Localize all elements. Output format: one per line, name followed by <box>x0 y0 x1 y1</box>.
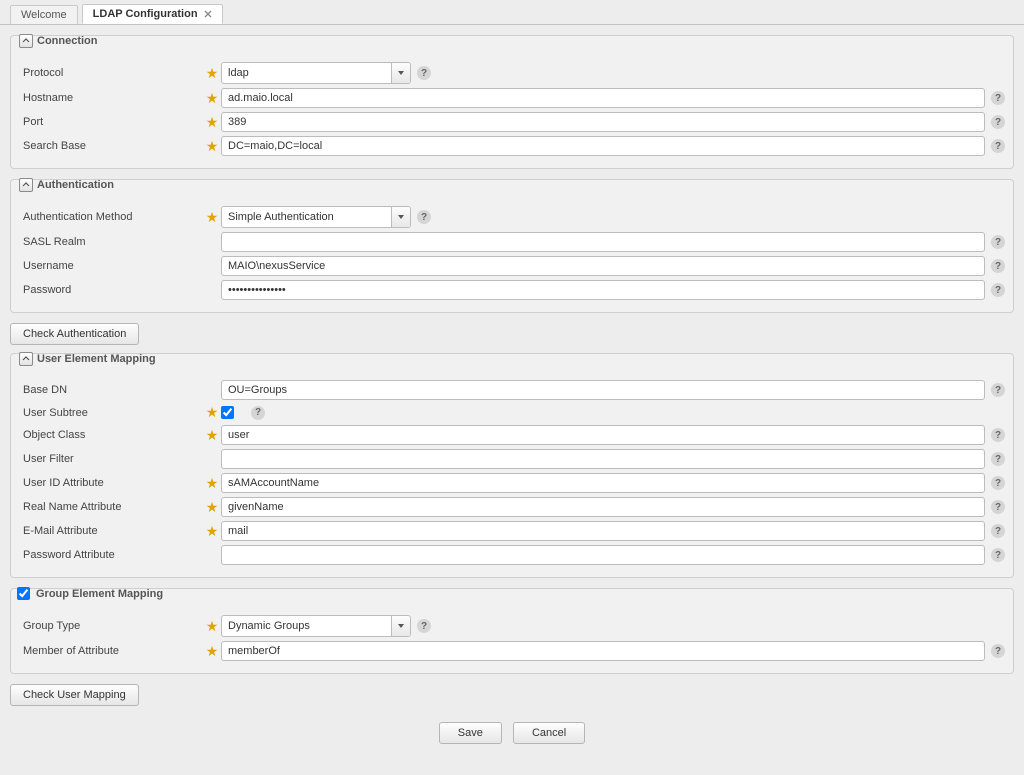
help-icon[interactable]: ? <box>417 619 431 633</box>
object-class-label: Object Class <box>19 429 203 441</box>
help-icon[interactable]: ? <box>991 139 1005 153</box>
user-mapping-legend: User Element Mapping <box>17 352 158 366</box>
required-icon: ★ <box>203 475 221 492</box>
auth-method-value[interactable] <box>221 206 411 228</box>
sasl-realm-label: SASL Realm <box>19 236 203 248</box>
required-icon: ★ <box>203 427 221 444</box>
basedn-input[interactable] <box>221 380 985 400</box>
help-icon[interactable]: ? <box>991 500 1005 514</box>
group-type-value[interactable] <box>221 615 411 637</box>
searchbase-input[interactable] <box>221 136 985 156</box>
group-mapping-enable-checkbox[interactable] <box>17 587 30 600</box>
realname-attr-label: Real Name Attribute <box>19 501 203 513</box>
user-filter-label: User Filter <box>19 453 203 465</box>
connection-fieldset: Connection Protocol ★ ? Hostname ★ ? <box>10 35 1014 169</box>
userid-attr-label: User ID Attribute <box>19 477 203 489</box>
form-area: Connection Protocol ★ ? Hostname ★ ? <box>0 24 1024 744</box>
help-icon[interactable]: ? <box>417 210 431 224</box>
required-icon: ★ <box>203 523 221 540</box>
collapse-toggle[interactable] <box>19 34 33 48</box>
help-icon[interactable]: ? <box>991 383 1005 397</box>
cancel-button[interactable]: Cancel <box>513 722 585 744</box>
password-input[interactable] <box>221 280 985 300</box>
pwd-attr-input[interactable] <box>221 545 985 565</box>
help-icon[interactable]: ? <box>991 115 1005 129</box>
chevron-down-icon[interactable] <box>391 616 410 636</box>
help-icon[interactable]: ? <box>991 644 1005 658</box>
required-icon: ★ <box>203 499 221 516</box>
port-label: Port <box>19 116 203 128</box>
protocol-select[interactable] <box>221 62 411 84</box>
email-attr-label: E-Mail Attribute <box>19 525 203 537</box>
auth-method-select[interactable] <box>221 206 411 228</box>
memberof-label: Member of Attribute <box>19 645 203 657</box>
help-icon[interactable]: ? <box>991 452 1005 466</box>
hostname-input[interactable] <box>221 88 985 108</box>
form-footer: Save Cancel <box>6 714 1018 744</box>
email-attr-input[interactable] <box>221 521 985 541</box>
required-icon: ★ <box>203 65 221 82</box>
help-icon[interactable]: ? <box>991 91 1005 105</box>
tab-ldap-label: LDAP Configuration <box>93 8 198 20</box>
help-icon[interactable]: ? <box>991 428 1005 442</box>
help-icon[interactable]: ? <box>991 283 1005 297</box>
required-icon: ★ <box>203 209 221 226</box>
user-subtree-checkbox[interactable] <box>221 406 234 419</box>
check-user-mapping-button[interactable]: Check User Mapping <box>10 684 139 706</box>
connection-legend: Connection <box>17 34 100 48</box>
userid-attr-input[interactable] <box>221 473 985 493</box>
object-class-input[interactable] <box>221 425 985 445</box>
realname-attr-input[interactable] <box>221 497 985 517</box>
tab-welcome-label: Welcome <box>21 9 67 21</box>
collapse-toggle[interactable] <box>19 352 33 366</box>
searchbase-label: Search Base <box>19 140 203 152</box>
pwd-attr-label: Password Attribute <box>19 549 203 561</box>
chevron-down-icon[interactable] <box>391 63 410 83</box>
username-input[interactable] <box>221 256 985 276</box>
collapse-toggle[interactable] <box>19 178 33 192</box>
help-icon[interactable]: ? <box>251 406 265 420</box>
tab-welcome[interactable]: Welcome <box>10 5 78 24</box>
help-icon[interactable]: ? <box>991 235 1005 249</box>
required-icon: ★ <box>203 643 221 660</box>
chevron-down-icon[interactable] <box>391 207 410 227</box>
tab-bar: Welcome LDAP Configuration <box>0 0 1024 24</box>
close-icon[interactable] <box>204 10 212 18</box>
tab-ldap-configuration[interactable]: LDAP Configuration <box>82 4 223 24</box>
group-mapping-fieldset: Group Element Mapping Group Type ★ ? Mem… <box>10 588 1014 674</box>
group-mapping-legend: Group Element Mapping <box>17 587 163 600</box>
help-icon[interactable]: ? <box>991 259 1005 273</box>
group-type-select[interactable] <box>221 615 411 637</box>
group-type-label: Group Type <box>19 620 203 632</box>
memberof-input[interactable] <box>221 641 985 661</box>
auth-method-label: Authentication Method <box>19 211 203 223</box>
required-icon: ★ <box>203 404 221 421</box>
required-icon: ★ <box>203 90 221 107</box>
required-icon: ★ <box>203 138 221 155</box>
check-authentication-button[interactable]: Check Authentication <box>10 323 139 345</box>
authentication-legend: Authentication <box>17 178 116 192</box>
password-label: Password <box>19 284 203 296</box>
protocol-value[interactable] <box>221 62 411 84</box>
sasl-realm-input[interactable] <box>221 232 985 252</box>
help-icon[interactable]: ? <box>991 524 1005 538</box>
basedn-label: Base DN <box>19 384 203 396</box>
help-icon[interactable]: ? <box>991 476 1005 490</box>
protocol-label: Protocol <box>19 67 203 79</box>
required-icon: ★ <box>203 114 221 131</box>
user-mapping-fieldset: User Element Mapping Base DN ? User Subt… <box>10 353 1014 578</box>
required-icon: ★ <box>203 618 221 635</box>
authentication-fieldset: Authentication Authentication Method ★ ?… <box>10 179 1014 313</box>
help-icon[interactable]: ? <box>417 66 431 80</box>
hostname-label: Hostname <box>19 92 203 104</box>
username-label: Username <box>19 260 203 272</box>
help-icon[interactable]: ? <box>991 548 1005 562</box>
save-button[interactable]: Save <box>439 722 502 744</box>
port-input[interactable] <box>221 112 985 132</box>
ldap-config-page: Welcome LDAP Configuration Connection Pr… <box>0 0 1024 775</box>
user-filter-input[interactable] <box>221 449 985 469</box>
user-subtree-label: User Subtree <box>19 407 203 419</box>
